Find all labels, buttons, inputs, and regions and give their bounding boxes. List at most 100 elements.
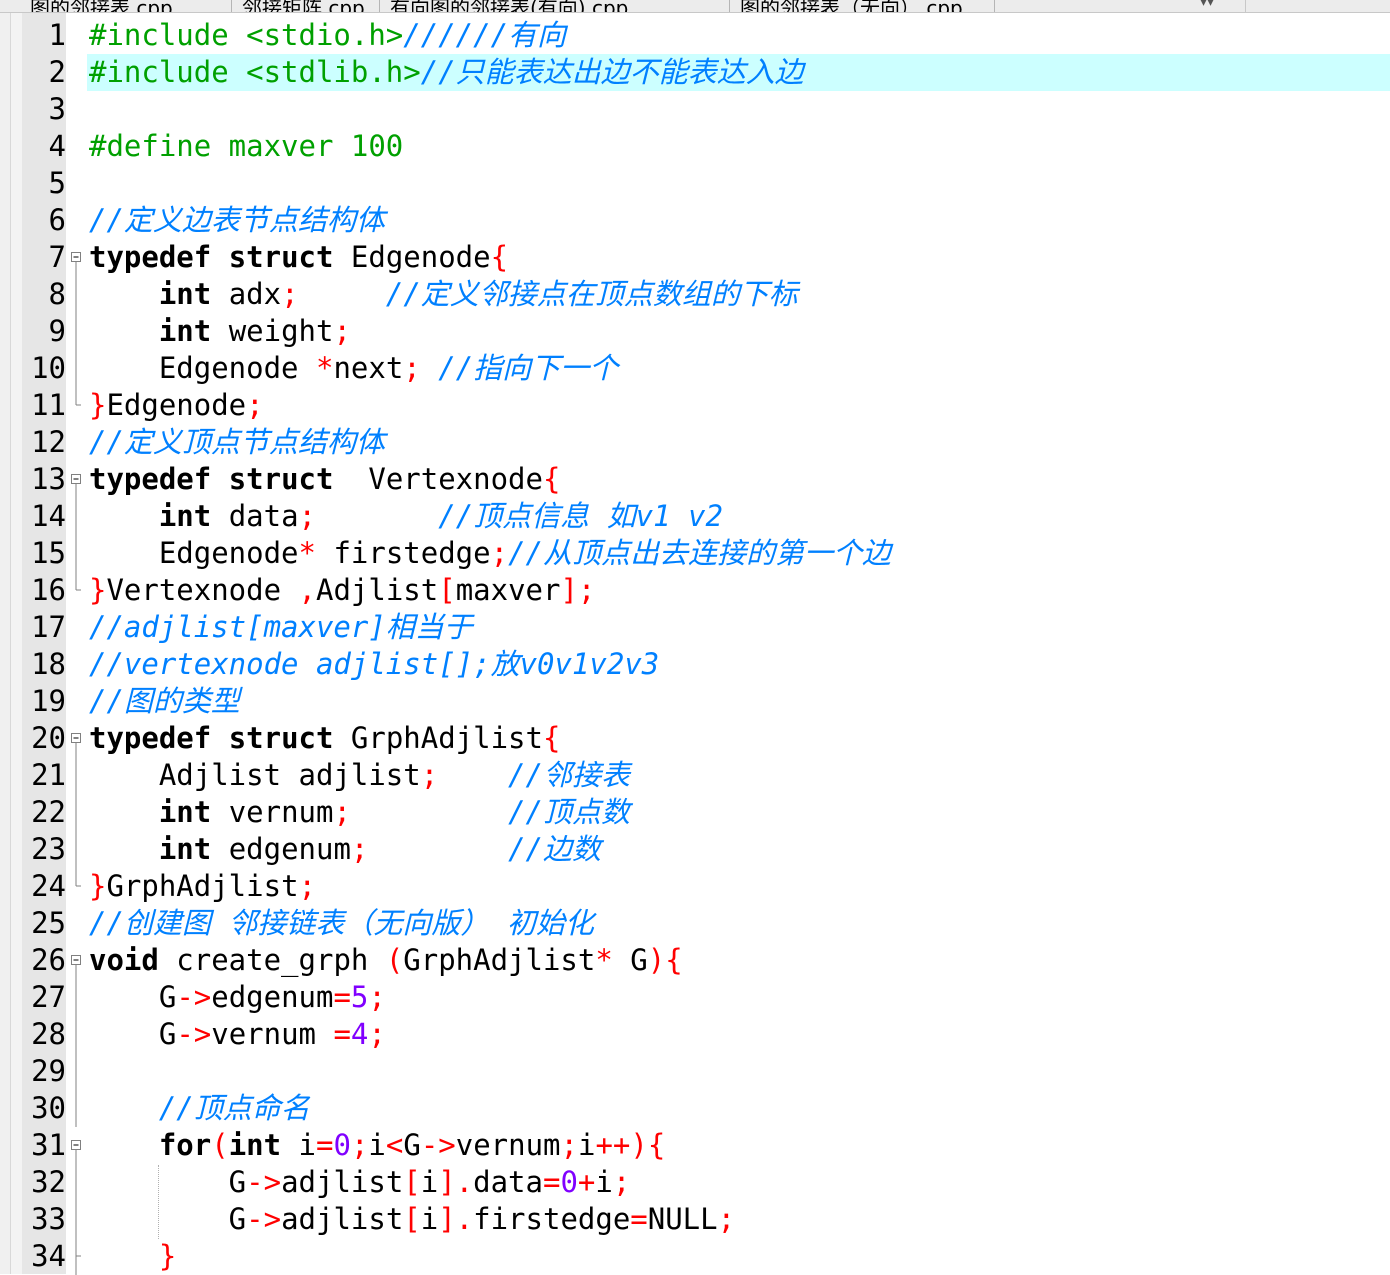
code-text[interactable]: Edgenode *next; //指向下一个 [89, 350, 618, 387]
code-text[interactable]: Adjlist adjlist; //邻接表 [89, 757, 630, 794]
code-text[interactable]: int weight; [89, 313, 351, 350]
tab-list-menu-icon[interactable]: ▾▾ [1200, 0, 1214, 10]
code-line[interactable]: 14 int data; //顶点信息 如v1 v2 [0, 498, 1390, 535]
code-line[interactable]: 29 [0, 1053, 1390, 1090]
code-text[interactable]: //adjlist[maxver]相当于 [89, 609, 473, 646]
identifier-token: next [333, 351, 404, 385]
identifier-token [438, 758, 508, 792]
code-text[interactable]: G->edgenum=5; [89, 979, 386, 1016]
line-number: 30 [31, 1091, 66, 1125]
line-number: 15 [31, 536, 66, 570]
line-number: 25 [31, 906, 66, 940]
code-line[interactable]: 8 int adx; //定义邻接点在顶点数组的下标 [0, 276, 1390, 313]
fold-mid-marker [70, 1238, 82, 1275]
code-text[interactable]: //图的类型 [89, 683, 240, 720]
code-line[interactable]: 30 //顶点命名 [0, 1090, 1390, 1127]
code-text[interactable]: int data; //顶点信息 如v1 v2 [89, 498, 723, 535]
code-text[interactable]: for(int i=0;i<G->vernum;i++){ [89, 1127, 665, 1164]
code-line[interactable]: 1 #include <stdio.h>//////有向 [0, 17, 1390, 54]
code-line[interactable]: 21 Adjlist adjlist; //邻接表 [0, 757, 1390, 794]
code-line[interactable]: 11}Edgenode; [0, 387, 1390, 424]
number-token: 0 [560, 1165, 578, 1199]
code-line[interactable]: 26 void create_grph (GrphAdjlist* G){ [0, 942, 1390, 979]
line-number: 20 [31, 721, 66, 755]
identifier-token: adjlist [281, 1165, 404, 1199]
fold-collapse-icon[interactable] [70, 720, 82, 757]
fold-collapse-icon[interactable] [70, 942, 82, 979]
code-line[interactable]: 23 int edgenum; //边数 [0, 831, 1390, 868]
code-line[interactable]: 24}GrphAdjlist; [0, 868, 1390, 905]
operator-token: ++){ [595, 1128, 666, 1162]
code-text[interactable]: int vernum; //顶点数 [89, 794, 630, 831]
code-line[interactable]: 4 #define maxver 100 [0, 128, 1390, 165]
code-text[interactable]: Edgenode* firstedge;//从顶点出去连接的第一个边 [89, 535, 891, 572]
fold-collapse-icon[interactable] [70, 1127, 82, 1164]
code-line[interactable]: 10 Edgenode *next; //指向下一个 [0, 350, 1390, 387]
code-line[interactable]: 5 [0, 165, 1390, 202]
code-line[interactable]: 18 //vertexnode adjlist[];放v0v1v2v3 [0, 646, 1390, 683]
code-line[interactable]: 34 } [0, 1238, 1390, 1275]
code-text[interactable]: //vertexnode adjlist[];放v0v1v2v3 [89, 646, 659, 683]
file-tab[interactable]: 图的邻接表.cpp [20, 0, 232, 12]
line-number: 2 [48, 55, 66, 89]
code-text[interactable]: //定义顶点节点结构体 [89, 424, 385, 461]
code-line[interactable]: 25 //创建图 邻接链表（无向版） 初始化 [0, 905, 1390, 942]
code-text[interactable]: #define maxver 100 [89, 128, 403, 165]
file-tab[interactable]: 图的邻接表（无向）.cpp [730, 0, 995, 12]
keyword-token: typedef [89, 462, 212, 496]
fold-collapse-icon[interactable] [70, 239, 82, 276]
code-text[interactable]: typedef struct Edgenode{ [89, 239, 508, 276]
line-number: 32 [31, 1165, 66, 1199]
code-text[interactable]: //创建图 邻接链表（无向版） 初始化 [89, 905, 594, 942]
code-line[interactable]: 28 G->vernum =4; [0, 1016, 1390, 1053]
code-line[interactable]: 31 for(int i=0;i<G->vernum;i++){ [0, 1127, 1390, 1164]
operator-token: -> [246, 1165, 282, 1199]
code-text[interactable]: } [89, 1238, 176, 1275]
code-line[interactable]: 7 typedef struct Edgenode{ [0, 239, 1390, 276]
comment-token: //创建图 邻接链表（无向版） 初始化 [89, 906, 594, 940]
identifier-token: vernum [211, 1017, 334, 1051]
identifier-token: create_grph [158, 943, 386, 977]
code-text[interactable]: G->adjlist[i].firstedge=NULL; [89, 1201, 735, 1238]
code-line[interactable]: 17 //adjlist[maxver]相当于 [0, 609, 1390, 646]
code-text[interactable]: //顶点命名 [89, 1090, 310, 1127]
fold-collapse-icon[interactable] [70, 461, 82, 498]
code-text[interactable]: }Vertexnode ,Adjlist[maxver]; [89, 572, 595, 609]
code-text[interactable]: #include <stdlib.h>//只能表达出边不能表达入边 [89, 54, 804, 91]
code-text[interactable]: }GrphAdjlist; [89, 868, 316, 905]
code-text[interactable]: #include <stdio.h>//////有向 [89, 17, 566, 54]
file-tab[interactable]: 邻接矩阵.cpp [232, 0, 380, 12]
code-line[interactable]: 9 int weight; [0, 313, 1390, 350]
identifier-token: G [89, 980, 177, 1014]
code-line[interactable]: 13 typedef struct Vertexnode{ [0, 461, 1390, 498]
code-line[interactable]: 32 G->adjlist[i].data=0+i; [0, 1164, 1390, 1201]
comment-token: //从顶点出去连接的第一个边 [508, 536, 891, 570]
code-text[interactable]: }Edgenode; [89, 387, 264, 424]
code-line[interactable]: 16}Vertexnode ,Adjlist[maxver]; [0, 572, 1390, 609]
comment-token: //指向下一个 [438, 351, 619, 385]
identifier-token [89, 832, 159, 866]
code-line[interactable]: 22 int vernum; //顶点数 [0, 794, 1390, 831]
code-text[interactable]: //定义边表节点结构体 [89, 202, 385, 239]
code-line[interactable]: 3 [0, 91, 1390, 128]
code-line[interactable]: 27 G->edgenum=5; [0, 979, 1390, 1016]
code-line[interactable]: 19 //图的类型 [0, 683, 1390, 720]
code-text[interactable]: typedef struct Vertexnode{ [89, 461, 560, 498]
code-line[interactable]: 6 //定义边表节点结构体 [0, 202, 1390, 239]
code-text[interactable]: int edgenum; //边数 [89, 831, 601, 868]
code-line[interactable]: 33 G->adjlist[i].firstedge=NULL; [0, 1201, 1390, 1238]
file-tab[interactable]: 有向图的邻接表(有向).cpp [380, 0, 730, 12]
code-text[interactable]: G->adjlist[i].data=0+i; [89, 1164, 631, 1201]
code-text[interactable]: G->vernum =4; [89, 1016, 386, 1053]
code-line[interactable]: 20 typedef struct GrphAdjlist{ [0, 720, 1390, 757]
code-text[interactable]: int adx; //定义邻接点在顶点数组的下标 [89, 276, 798, 313]
operator-token: = [316, 1128, 334, 1162]
identifier-token [89, 1128, 159, 1162]
code-line[interactable]: 12 //定义顶点节点结构体 [0, 424, 1390, 461]
code-editor[interactable]: 1 #include <stdio.h>//////有向 2 #include <st… [0, 17, 1390, 1275]
code-line[interactable]: 15 Edgenode* firstedge;//从顶点出去连接的第一个边 [0, 535, 1390, 572]
identifier-token: adx [211, 277, 282, 311]
code-line[interactable]: 2 #include <stdlib.h>//只能表达出边不能表达入边 [0, 54, 1390, 91]
code-text[interactable]: void create_grph (GrphAdjlist* G){ [89, 942, 683, 979]
code-text[interactable]: typedef struct GrphAdjlist{ [89, 720, 560, 757]
